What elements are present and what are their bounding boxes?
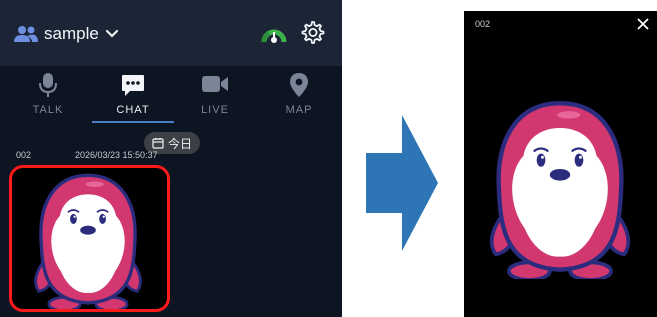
account-name: sample: [44, 24, 99, 43]
mascot-image: [468, 97, 652, 279]
gauge-icon[interactable]: [260, 22, 288, 44]
calendar-icon: [152, 138, 164, 149]
message-sender: 002: [16, 150, 32, 160]
map-pin-icon: [290, 73, 308, 97]
tab-bar: TALK CHAT LIVE MAP: [0, 66, 342, 128]
mascot-image: [33, 173, 143, 309]
top-bar: sample: [0, 0, 342, 66]
tab-chat[interactable]: CHAT: [90, 66, 176, 124]
tab-label: CHAT: [116, 104, 150, 116]
chat-screen: sample TALK CHAT LIVE MAP 今日 002 2026/03…: [0, 0, 342, 317]
microphone-icon: [39, 73, 57, 97]
users-icon: [14, 26, 38, 42]
tab-label: TALK: [32, 104, 64, 116]
message-image-thumbnail[interactable]: [9, 165, 170, 312]
date-chip-label: 今日: [168, 136, 193, 151]
image-viewer: 002: [464, 11, 657, 317]
close-icon[interactable]: [636, 17, 650, 31]
active-tab-indicator: [92, 121, 174, 123]
tab-talk[interactable]: TALK: [5, 66, 91, 124]
viewer-sender: 002: [475, 19, 491, 29]
account-selector[interactable]: sample: [14, 22, 119, 46]
message-timestamp: 2026/03/23 15:50:37: [75, 150, 158, 160]
tab-map[interactable]: MAP: [256, 66, 342, 124]
gear-icon[interactable]: [301, 21, 325, 45]
tab-label: MAP: [285, 104, 313, 116]
chat-bubble-icon: [122, 75, 144, 96]
video-camera-icon: [202, 76, 228, 92]
tab-label: LIVE: [201, 104, 229, 116]
tab-live[interactable]: LIVE: [172, 66, 258, 124]
chevron-down-icon: [105, 29, 118, 38]
arrow-right-icon: [366, 115, 438, 251]
